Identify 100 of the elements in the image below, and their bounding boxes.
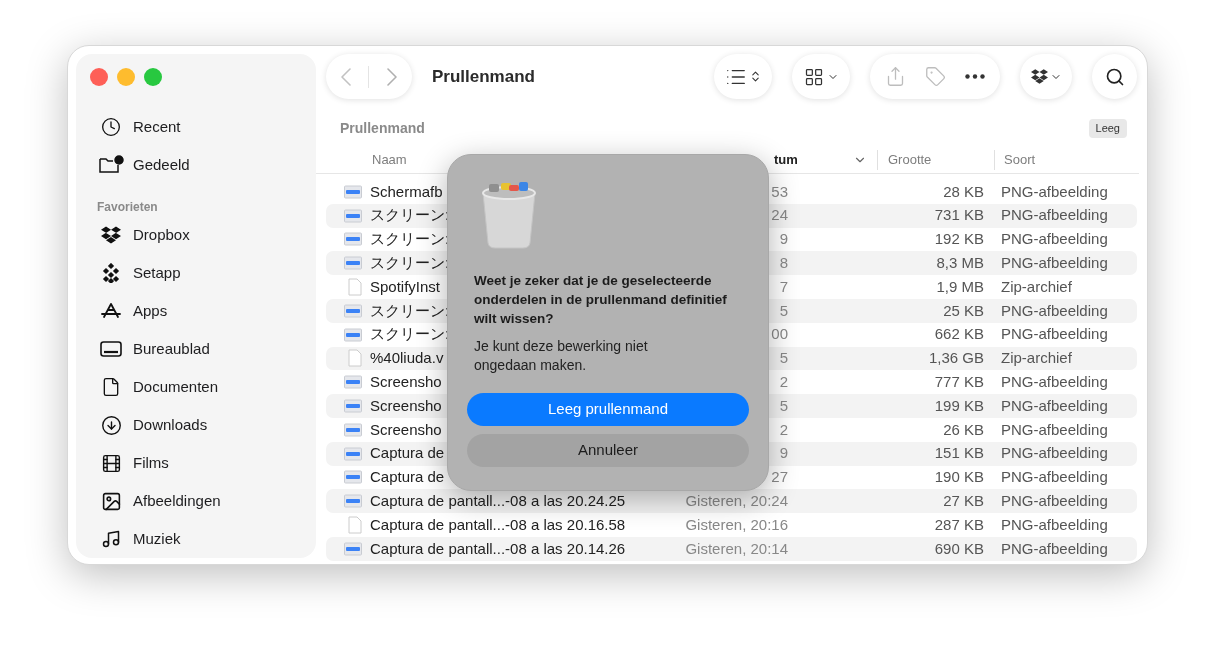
clock-icon bbox=[101, 117, 121, 137]
sidebar-item[interactable]: Apps bbox=[76, 292, 316, 330]
minimize-control[interactable] bbox=[117, 68, 135, 86]
sidebar-item[interactable]: Bureaublad bbox=[76, 330, 316, 368]
dialog-title: Weet je zeker dat je de geselecteerde onderdelen in de prullenmand definitief wilt wissen? bbox=[473, 272, 728, 328]
file-date: 53 bbox=[771, 182, 788, 200]
file-name: Captura de pantall...-08 a las 20.16.58 bbox=[370, 515, 626, 533]
file-name: Captura de pantall...-08 a las 20.24.25 bbox=[370, 492, 626, 509]
column-header[interactable]: Grootte bbox=[877, 150, 994, 170]
sidebar-item[interactable]: Gedeeld bbox=[76, 146, 316, 184]
screenshot-thumbnail-icon bbox=[344, 232, 362, 247]
sidebar-item[interactable]: Downloads bbox=[76, 406, 316, 444]
file-kind: Zip-archief bbox=[1000, 276, 1072, 297]
file-size: 199 KB bbox=[933, 395, 984, 416]
sidebar-item[interactable]: Muziek bbox=[76, 520, 316, 558]
download-icon bbox=[100, 414, 122, 436]
file-size: 8,3 MB bbox=[935, 253, 984, 274]
document-icon bbox=[348, 516, 362, 535]
screenshot-thumbnail-icon bbox=[344, 494, 362, 509]
file-name: Screensho bbox=[370, 373, 442, 390]
screenshot-thumbnail-icon bbox=[344, 470, 362, 485]
file-size: 1,9 MB bbox=[935, 276, 984, 297]
sidebar-item[interactable]: Setapp bbox=[76, 254, 316, 292]
file-kind: PNG-afbeelding bbox=[1000, 300, 1108, 321]
file-name: Captura de bbox=[370, 468, 445, 486]
column-header[interactable]: Soort bbox=[994, 150, 1139, 170]
file-date: 5 bbox=[779, 301, 788, 319]
file-size: 25 KB bbox=[942, 300, 984, 321]
file-date: 7 bbox=[779, 277, 788, 295]
sidebar-item[interactable]: Films bbox=[76, 444, 316, 482]
file-date: Gisteren, 20:24 bbox=[685, 492, 788, 509]
empty-button[interactable]: Leeg bbox=[1088, 118, 1127, 138]
group-button[interactable] bbox=[792, 54, 850, 99]
film-icon bbox=[100, 452, 122, 474]
file-name: Schermafb bbox=[370, 182, 443, 200]
document-icon bbox=[348, 349, 362, 368]
file-kind: Zip-archief bbox=[1000, 348, 1072, 369]
screenshot-thumbnail-icon bbox=[344, 256, 362, 271]
dropbox-button[interactable] bbox=[1020, 54, 1072, 99]
trash-can-icon bbox=[479, 181, 539, 249]
file-kind: PNG-afbeelding bbox=[1000, 205, 1108, 226]
file-size: 690 KB bbox=[933, 538, 984, 559]
document-icon bbox=[348, 278, 362, 297]
image-icon bbox=[100, 490, 122, 512]
search-button[interactable] bbox=[1092, 54, 1137, 99]
file-kind: PNG-afbeelding bbox=[1000, 467, 1108, 488]
tag-icon bbox=[925, 66, 946, 87]
file-kind: PNG-afbeelding bbox=[1000, 395, 1108, 416]
diamond-cluster-icon bbox=[101, 263, 121, 283]
file-kind: PNG-afbeelding bbox=[1000, 253, 1108, 274]
file-name: SpotifyInst bbox=[370, 277, 441, 295]
file-name: スクリーン: bbox=[370, 301, 450, 319]
file-date: Gisteren, 20:16 bbox=[685, 515, 788, 533]
location-title: Prullenmand bbox=[340, 118, 425, 138]
file-date: 27 bbox=[771, 468, 788, 486]
file-kind: PNG-afbeelding bbox=[1000, 514, 1108, 535]
file-size: 777 KB bbox=[933, 372, 984, 392]
screenshot-thumbnail-icon bbox=[344, 422, 362, 437]
section-heading: Favorieten bbox=[96, 199, 159, 216]
file-size: 662 KB bbox=[933, 324, 984, 345]
screenshot-thumbnail-icon bbox=[344, 446, 362, 461]
zoom-control[interactable] bbox=[144, 68, 162, 86]
sidebar-item[interactable]: Dropbox bbox=[76, 216, 316, 254]
file-kind: PNG-afbeelding bbox=[1000, 372, 1108, 392]
file-kind: PNG-afbeelding bbox=[1000, 229, 1108, 250]
file-name: スクリーン: bbox=[370, 206, 450, 224]
confirm-button[interactable]: Leeg prullenmand bbox=[467, 393, 749, 426]
document-icon bbox=[101, 377, 121, 397]
file-size: 27 KB bbox=[942, 491, 984, 511]
file-name: スクリーン: bbox=[370, 230, 450, 248]
file-date: 9 bbox=[779, 444, 788, 462]
file-name: Screensho bbox=[370, 396, 442, 414]
sidebar-item[interactable]: Afbeeldingen bbox=[76, 482, 316, 520]
screenshot-thumbnail-icon bbox=[344, 208, 362, 223]
file-kind: PNG-afbeelding bbox=[1000, 538, 1108, 559]
sidebar-item[interactable]: Recent bbox=[76, 108, 316, 146]
shared-folder-icon bbox=[98, 155, 124, 175]
screenshot-thumbnail-icon bbox=[344, 399, 362, 414]
column-header[interactable]: tum bbox=[672, 150, 877, 170]
file-date: 9 bbox=[779, 230, 788, 248]
music-icon bbox=[101, 529, 121, 549]
list-view-button[interactable] bbox=[714, 54, 772, 99]
file-name: スクリーン: bbox=[370, 254, 450, 272]
screenshot-thumbnail-icon bbox=[344, 327, 362, 342]
grid-icon bbox=[803, 66, 824, 87]
screenshot-thumbnail-icon bbox=[344, 375, 362, 390]
file-size: 151 KB bbox=[933, 443, 984, 464]
search-icon bbox=[1104, 66, 1125, 87]
file-date: 8 bbox=[779, 254, 788, 272]
file-date: 2 bbox=[779, 420, 788, 438]
file-date: 5 bbox=[779, 349, 788, 367]
file-size: 192 KB bbox=[933, 229, 984, 250]
cancel-button[interactable]: Annuleer bbox=[467, 434, 749, 467]
close-control[interactable] bbox=[90, 68, 108, 86]
chevron-left-icon bbox=[340, 67, 351, 86]
file-name: Captura de pantall...-08 a las 20.14.26 bbox=[370, 539, 626, 557]
desktop-icon bbox=[100, 340, 122, 358]
chevron-right-icon bbox=[387, 67, 398, 86]
sidebar-item[interactable]: Documenten bbox=[76, 368, 316, 406]
more-button[interactable] bbox=[964, 74, 985, 79]
